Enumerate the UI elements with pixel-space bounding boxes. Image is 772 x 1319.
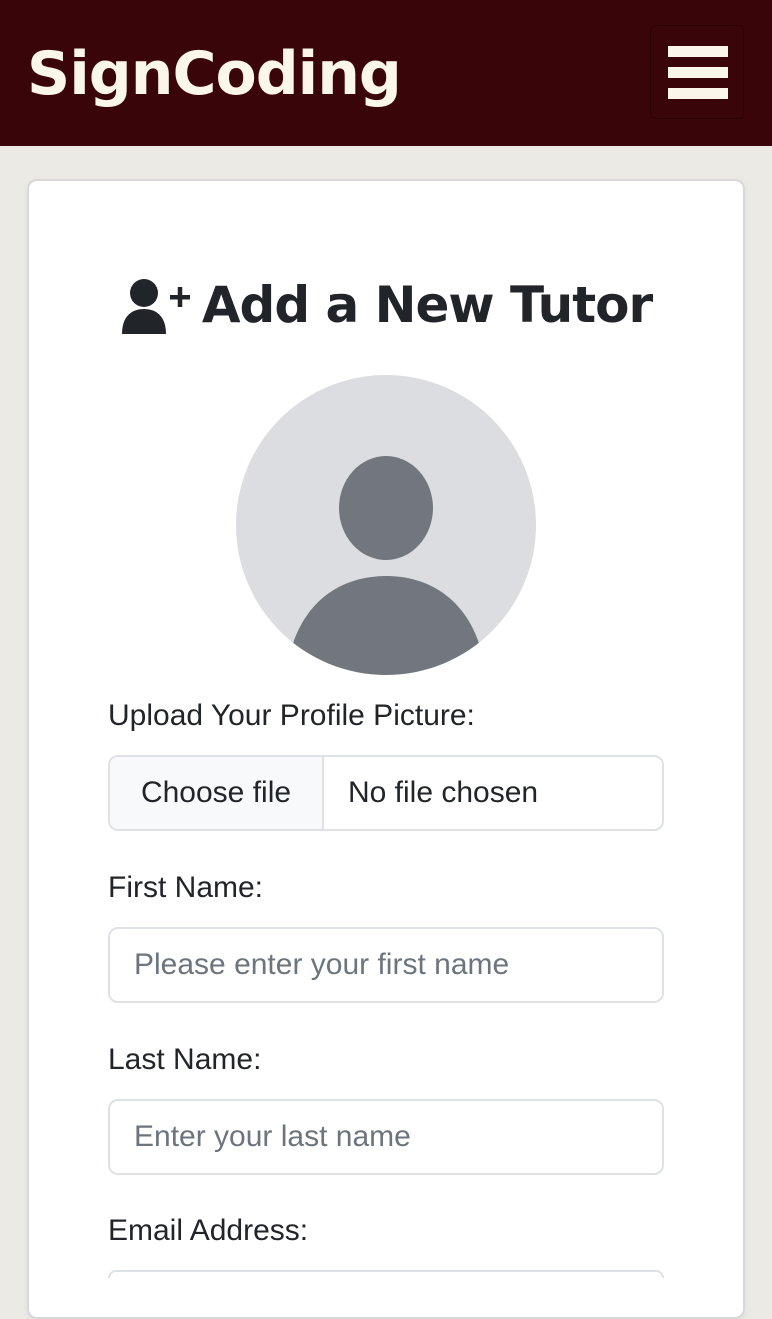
form-title: Add a New Tutor [0, 276, 772, 346]
email-label: Email Address: [108, 1214, 309, 1247]
user-plus-icon [121, 279, 190, 334]
file-status-text: No file chosen [348, 776, 539, 809]
default-avatar-icon[interactable] [236, 375, 536, 675]
hamburger-menu-button[interactable] [650, 25, 744, 119]
brand-logo[interactable]: SignCoding [27, 38, 402, 110]
navbar: SignCoding [0, 0, 772, 146]
last-name-label: Last Name: [108, 1043, 262, 1076]
first-name-input[interactable] [108, 927, 664, 1003]
page-title: Add a New Tutor [201, 276, 653, 334]
first-name-label: First Name: [108, 871, 264, 904]
profile-picture-file-input[interactable]: Choose file No file chosen [108, 755, 664, 831]
upload-label: Upload Your Profile Picture: [108, 699, 475, 732]
last-name-input[interactable] [108, 1099, 664, 1175]
email-input[interactable] [108, 1270, 664, 1278]
choose-file-button[interactable]: Choose file [110, 757, 324, 829]
